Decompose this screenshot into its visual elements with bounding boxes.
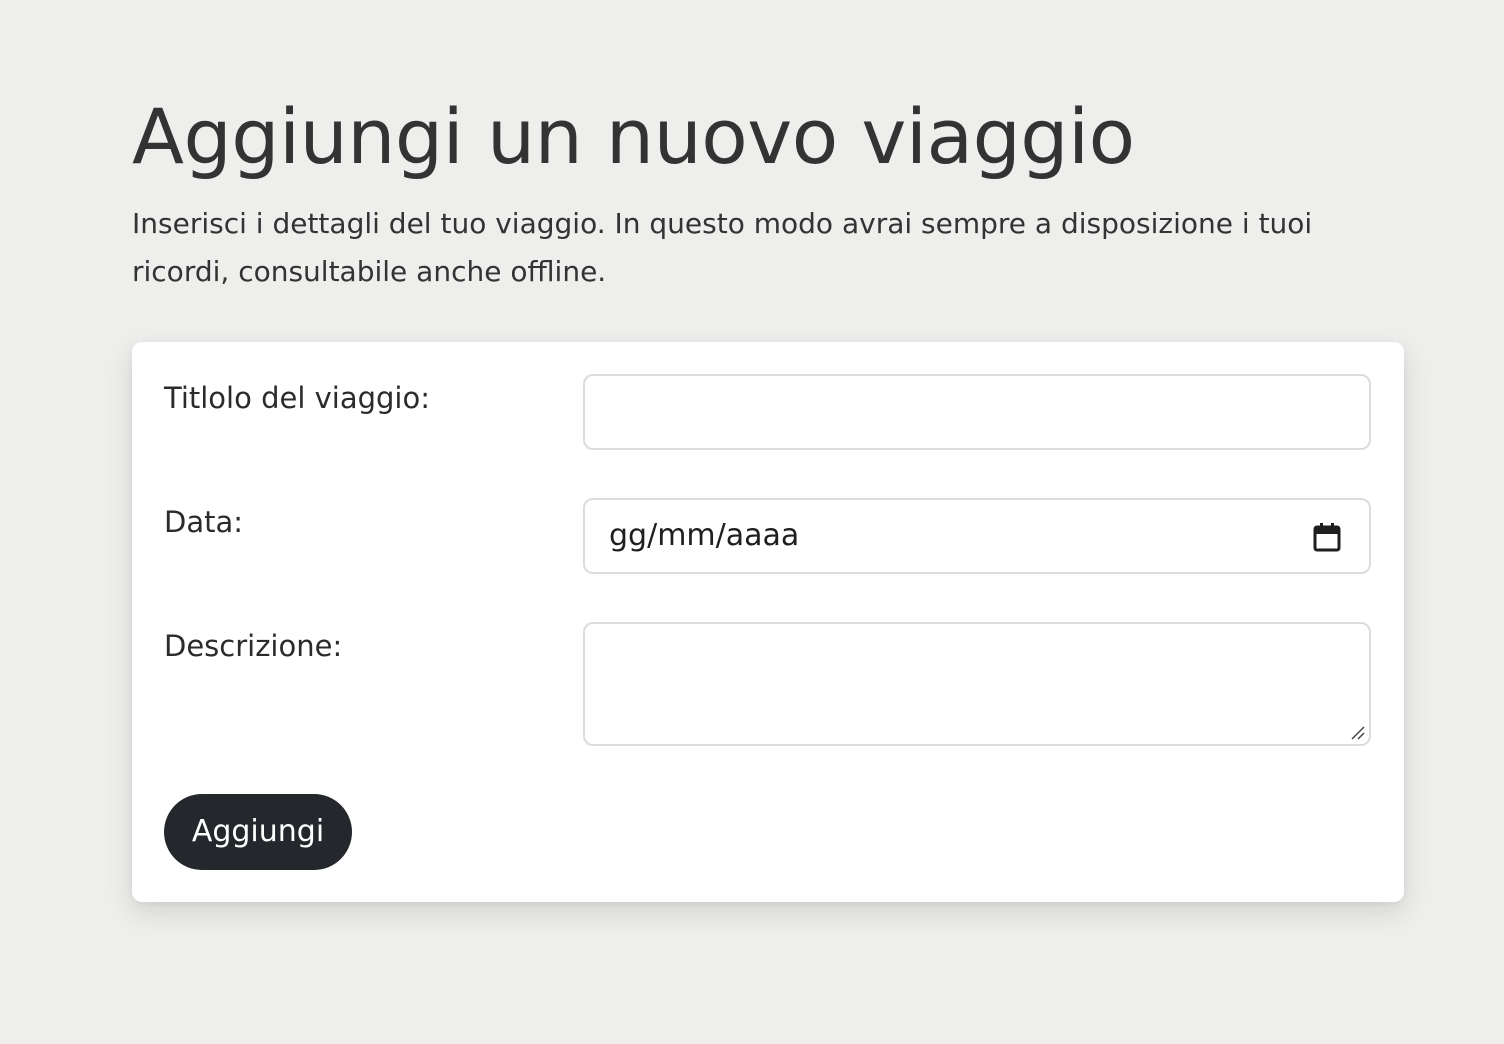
date-input[interactable]: gg/mm/aaaa [583,498,1371,574]
description-label: Descrizione: [164,629,343,663]
trip-form-card: Titlolo del viaggio: Data: gg/mm/aaaa De… [132,342,1404,902]
date-label: Data: [164,505,244,539]
page-intro: Inserisci i dettagli del tuo viaggio. In… [132,207,1313,288]
page-title: Aggiungi un nuovo viaggio [132,92,1135,181]
calendar-icon[interactable] [1313,522,1341,552]
trip-title-label: Titlolo del viaggio: [164,381,430,415]
add-trip-button[interactable]: Aggiungi [164,794,352,870]
resize-grip-icon[interactable] [1349,724,1365,740]
description-textarea[interactable] [583,622,1371,746]
trip-title-input[interactable] [583,374,1371,450]
date-placeholder: gg/mm/aaaa [609,518,800,553]
